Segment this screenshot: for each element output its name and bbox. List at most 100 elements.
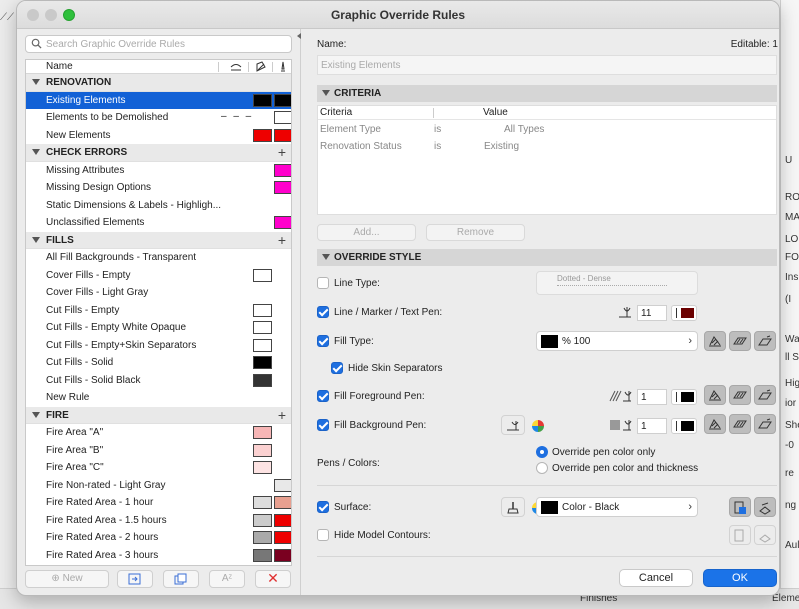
bg-apply-to-cut-fills-button[interactable] [704, 414, 726, 434]
cover-fill-icon [733, 337, 747, 345]
list-item[interactable]: Fire Non-rated - Light Gray [26, 477, 291, 495]
fill-background-pen-color-swatch[interactable] [671, 418, 697, 434]
add-rule-to-group-icon[interactable]: + [278, 144, 286, 160]
line-pen-color-swatch[interactable] [671, 305, 697, 321]
hide-model-contours-checkbox[interactable] [317, 529, 329, 541]
override-style-section-header[interactable]: OVERRIDE STYLE [317, 249, 777, 266]
override-style-section-title: OVERRIDE STYLE [334, 252, 422, 263]
collapse-arrow-icon[interactable] [297, 33, 301, 39]
list-item[interactable]: Cover Fills - Light Gray [26, 284, 291, 302]
column-name-header[interactable]: Name [46, 61, 73, 72]
cut-fill-column-icon[interactable] [230, 61, 242, 72]
surface-apply-to-3d-button[interactable] [754, 497, 776, 517]
add-rule-to-group-icon[interactable]: + [278, 232, 286, 248]
list-item[interactable]: Missing Design Options [26, 179, 291, 197]
list-item[interactable]: Cut Fills - Empty White Opaque [26, 319, 291, 337]
color-wheel-icon[interactable] [531, 419, 545, 433]
search-input[interactable] [46, 37, 286, 51]
fg-apply-to-cut-fills-button[interactable] [704, 385, 726, 405]
panel-splitter[interactable] [300, 29, 301, 595]
rule-name-field[interactable]: Existing Elements [317, 55, 777, 75]
group-label: FIRE [46, 409, 69, 421]
rule-name: Cut Fills - Empty White Opaque [46, 322, 187, 333]
apply-to-drafting-fills-button[interactable] [754, 331, 776, 351]
fg-apply-to-cover-fills-button[interactable] [729, 385, 751, 405]
list-item[interactable]: Cut Fills - Empty+Skin Separators [26, 337, 291, 355]
apply-to-cut-fills-button[interactable] [704, 331, 726, 351]
list-item[interactable]: Fire Area "A" [26, 424, 291, 442]
override-pen-color-only-radio[interactable] [536, 446, 548, 458]
list-item[interactable]: Fire Area "C" [26, 459, 291, 477]
add-criteria-button[interactable]: Add... [317, 224, 416, 241]
criteria-row[interactable]: Element Type is All Types [318, 120, 776, 137]
bg-apply-to-cover-fills-button[interactable] [729, 414, 751, 434]
bg-apply-to-drafting-fills-button[interactable] [754, 414, 776, 434]
pen-weight-button[interactable] [501, 415, 525, 435]
contours-apply-to-3d-button[interactable] [754, 525, 776, 545]
fill-foreground-pen-number-field[interactable]: 1 [637, 389, 667, 405]
rule-style-swatch [253, 548, 272, 562]
list-item[interactable]: Existing Elements [26, 91, 291, 109]
surface-checkbox[interactable] [317, 501, 329, 513]
list-item[interactable]: Cut Fills - Empty [26, 302, 291, 320]
line-marker-text-pen-checkbox[interactable] [317, 306, 329, 318]
ok-button[interactable]: OK [703, 569, 777, 587]
group-label: FILLS [46, 234, 74, 246]
duplicate-rule-button[interactable] [163, 570, 199, 588]
line-type-checkbox[interactable] [317, 277, 329, 289]
delete-rule-button[interactable]: ✕ [255, 570, 291, 588]
list-item[interactable]: Cut Fills - Solid Black [26, 372, 291, 390]
override-pen-color-thickness-radio[interactable] [536, 462, 548, 474]
sort-rules-button[interactable]: Aᶻ [209, 570, 245, 588]
new-rule-button[interactable]: ⊕ New [25, 570, 109, 588]
pen-column-icon[interactable] [277, 61, 289, 72]
group-header-check-errors[interactable]: CHECK ERRORS + [26, 144, 291, 162]
drafting-fill-icon [758, 418, 772, 429]
fill-type-dropdown[interactable]: % 100 › [536, 331, 698, 351]
criteria-row[interactable]: Renovation Status is Existing [318, 137, 776, 154]
list-item[interactable]: All Fill Backgrounds - Transparent [26, 249, 291, 267]
cancel-button[interactable]: Cancel [619, 569, 693, 587]
fill-foreground-pen-color-swatch[interactable] [671, 389, 697, 405]
list-item[interactable]: Fire Rated Area - 2 hours [26, 529, 291, 547]
list-item[interactable]: New Elements [26, 127, 291, 145]
rules-toolbar: ⊕ New Aᶻ ✕ [25, 570, 292, 590]
rule-style-swatch [274, 163, 291, 177]
line-pen-number-field[interactable]: 11 [637, 305, 667, 321]
surface-column-icon[interactable] [255, 61, 267, 72]
criteria-section-header[interactable]: CRITERIA [317, 85, 777, 102]
hide-skin-separators-checkbox[interactable] [331, 362, 343, 374]
list-item[interactable]: Fire Rated Area - 1.5 hours [26, 512, 291, 530]
list-item[interactable]: Cut Fills - Solid [26, 354, 291, 372]
list-item[interactable]: Fire Rated Area - 1 hour [26, 494, 291, 512]
remove-criteria-button[interactable]: Remove [426, 224, 525, 241]
list-item[interactable]: New Rule [26, 389, 291, 407]
line-type-dropdown[interactable]: Dotted - Dense [536, 271, 698, 295]
group-header-fire[interactable]: FIRE + [26, 406, 291, 424]
list-item[interactable]: Fire Rated Area - 3 hours [26, 547, 291, 565]
delete-icon: ✕ [267, 570, 279, 586]
apply-to-cover-fills-button[interactable] [729, 331, 751, 351]
list-item[interactable]: Static Dimensions & Labels - Highligh... [26, 197, 291, 215]
fill-background-pen-number-field[interactable]: 1 [637, 418, 667, 434]
group-header-renovation[interactable]: RENOVATION [26, 74, 291, 92]
group-header-fills[interactable]: FILLS + [26, 231, 291, 249]
list-item[interactable]: Unclassified Elements [26, 214, 291, 232]
add-rule-to-group-icon[interactable]: + [278, 407, 286, 423]
surface-brush-button[interactable] [501, 497, 525, 517]
list-item[interactable]: Cover Fills - Empty [26, 267, 291, 285]
list-item[interactable]: Missing Attributes [26, 162, 291, 180]
surface-dropdown[interactable]: Color - Black › [536, 497, 698, 517]
import-rules-button[interactable] [117, 570, 153, 588]
surface-apply-to-elements-button[interactable] [729, 497, 751, 517]
fill-background-pen-checkbox[interactable] [317, 419, 329, 431]
fill-foreground-pen-checkbox[interactable] [317, 390, 329, 402]
contours-apply-to-elements-button[interactable] [729, 525, 751, 545]
list-column-header: Name [26, 60, 291, 74]
group-label: CHECK ERRORS [46, 147, 128, 158]
fg-apply-to-drafting-fills-button[interactable] [754, 385, 776, 405]
fill-type-checkbox[interactable] [317, 335, 329, 347]
dashed-line-indicator: – – – [221, 111, 254, 122]
list-item[interactable]: Fire Area "B" [26, 442, 291, 460]
list-item[interactable]: Elements to be Demolished – – – [26, 109, 291, 127]
